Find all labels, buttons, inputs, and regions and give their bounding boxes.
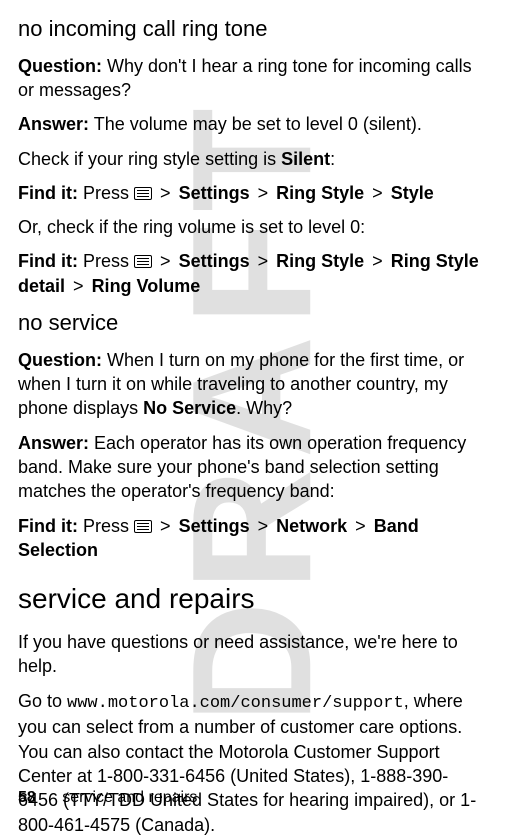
menu-icon	[134, 255, 152, 268]
gt-icon: >	[258, 183, 269, 203]
findit1-press: Press	[83, 183, 129, 203]
menu-icon	[134, 520, 152, 533]
path1-a: Settings	[179, 183, 250, 203]
q2-val: No Service	[143, 398, 236, 418]
q1-label: Question:	[18, 56, 102, 76]
s3-p1: If you have questions or need assistance…	[18, 630, 488, 679]
page-content: no incoming call ring tone Question: Why…	[18, 14, 488, 837]
gt-icon: >	[73, 276, 84, 296]
path2-b: Ring Style	[276, 251, 364, 271]
gt-icon: >	[372, 183, 383, 203]
s3-p2: Go to www.motorola.com/consumer/support,…	[18, 689, 488, 837]
a1: Answer: The volume may be set to level 0…	[18, 112, 488, 136]
gt-icon: >	[258, 516, 269, 536]
heading-ring-tone: no incoming call ring tone	[18, 14, 488, 44]
check-pre: Check if your ring style setting is	[18, 149, 281, 169]
path2-d: Ring Volume	[92, 276, 201, 296]
a2: Answer: Each operator has its own operat…	[18, 431, 488, 504]
check-val: Silent	[281, 149, 330, 169]
support-url: www.motorola.com/consumer/support	[67, 694, 404, 713]
q2: Question: When I turn on my phone for th…	[18, 348, 488, 421]
s3-p2-pre: Go to	[18, 691, 67, 711]
check-line: Check if your ring style setting is Sile…	[18, 147, 488, 171]
a1-text: The volume may be set to level 0 (silent…	[94, 114, 422, 134]
q2-post: . Why?	[236, 398, 292, 418]
findit2-press: Press	[83, 251, 129, 271]
findit2-label: Find it:	[18, 251, 78, 271]
heading-service-repairs: service and repairs	[18, 580, 488, 618]
gt-icon: >	[372, 251, 383, 271]
findit3-label: Find it:	[18, 516, 78, 536]
q2-label: Question:	[18, 350, 102, 370]
findit-1: Find it: Press > Settings > Ring Style >…	[18, 181, 488, 205]
findit-2: Find it: Press > Settings > Ring Style >…	[18, 249, 488, 298]
gt-icon: >	[160, 183, 171, 203]
gt-icon: >	[355, 516, 366, 536]
gt-icon: >	[160, 516, 171, 536]
gt-icon: >	[258, 251, 269, 271]
path1-c: Style	[391, 183, 434, 203]
check-post: :	[330, 149, 335, 169]
a1-label: Answer:	[18, 114, 89, 134]
gt-icon: >	[160, 251, 171, 271]
path3-b: Network	[276, 516, 347, 536]
path1-b: Ring Style	[276, 183, 364, 203]
a2-label: Answer:	[18, 433, 89, 453]
findit-3: Find it: Press > Settings > Network > Ba…	[18, 514, 488, 563]
path3-a: Settings	[179, 516, 250, 536]
path2-a: Settings	[179, 251, 250, 271]
heading-no-service: no service	[18, 308, 488, 338]
q1: Question: Why don't I hear a ring tone f…	[18, 54, 488, 103]
findit3-press: Press	[83, 516, 129, 536]
or-line: Or, check if the ring volume is set to l…	[18, 215, 488, 239]
findit1-label: Find it:	[18, 183, 78, 203]
menu-icon	[134, 187, 152, 200]
